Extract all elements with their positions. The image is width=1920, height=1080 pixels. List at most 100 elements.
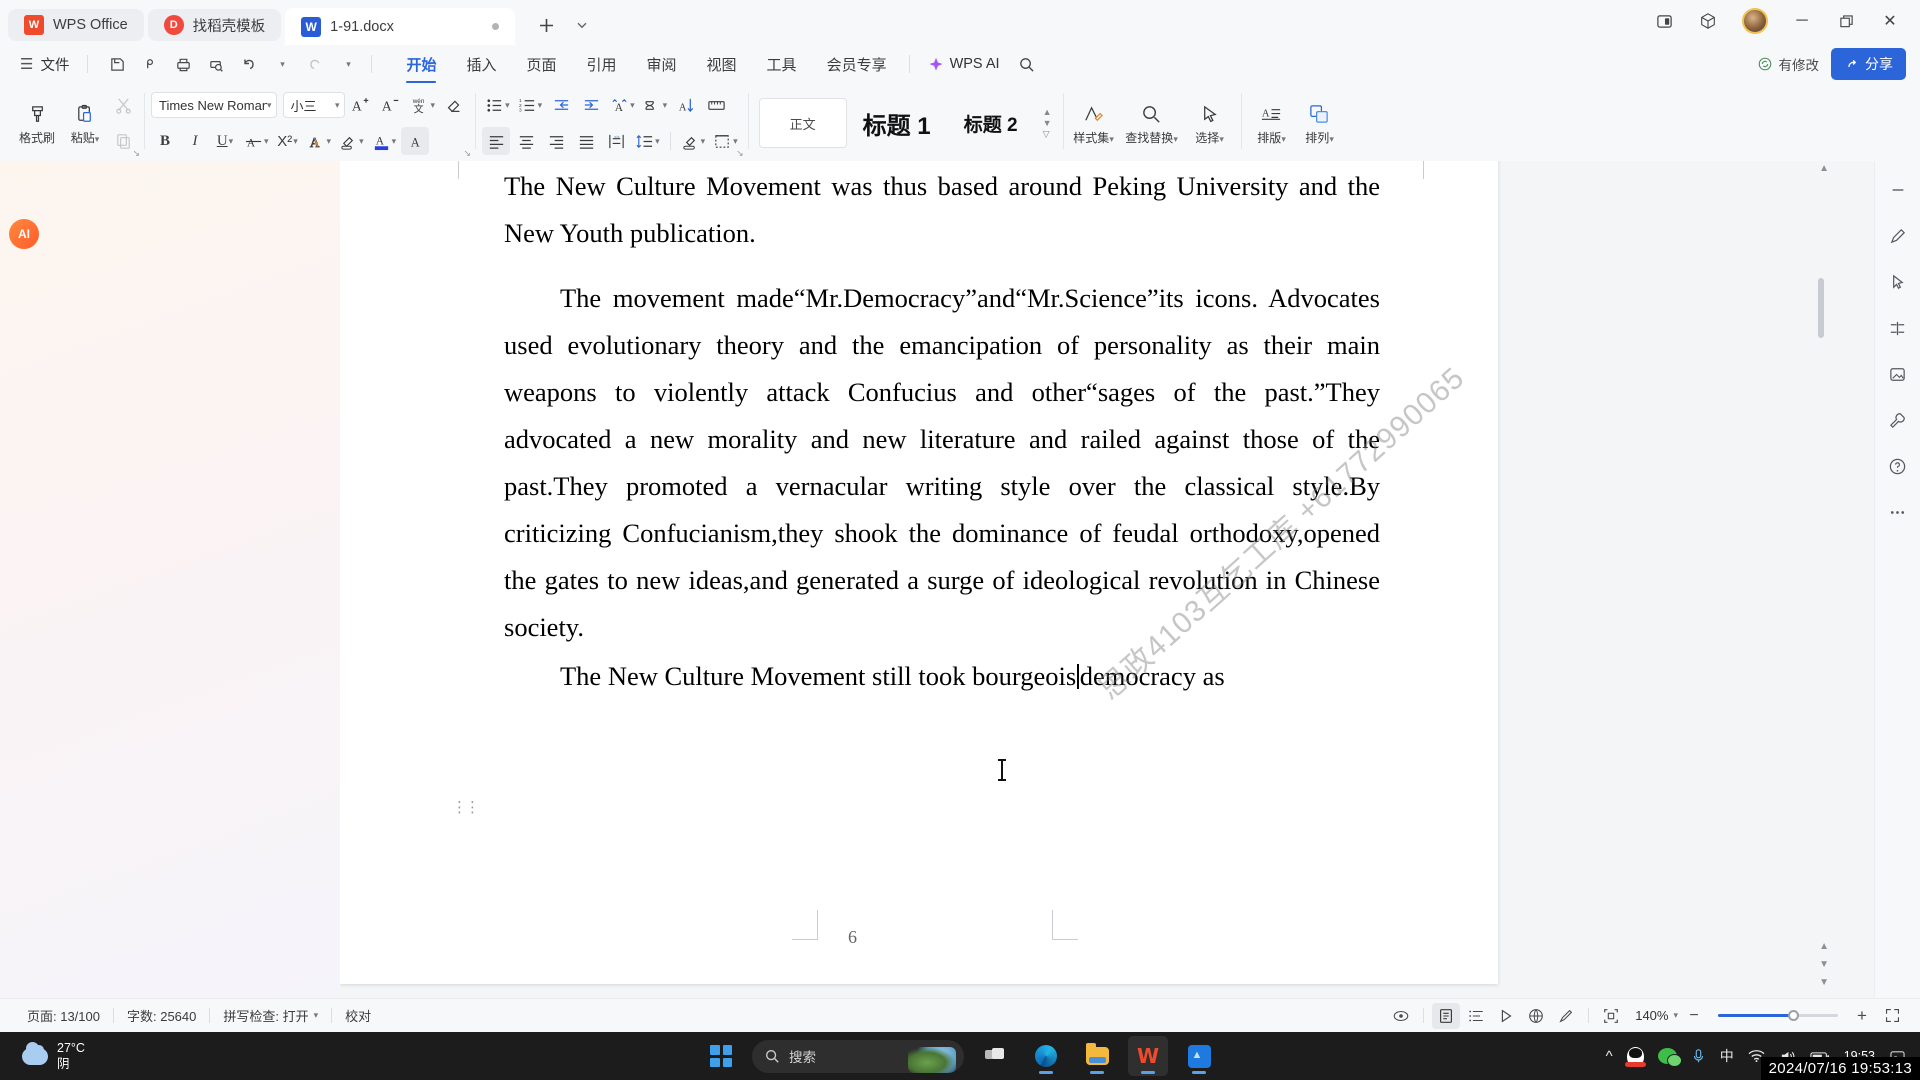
cube-icon[interactable]: [1688, 5, 1728, 37]
vertical-scrollbar[interactable]: [1816, 163, 1827, 938]
zoom-slider-knob[interactable]: [1787, 1010, 1799, 1021]
sidebar-toggle-icon[interactable]: [1644, 5, 1684, 37]
redo-icon[interactable]: [300, 50, 330, 78]
web-layout-icon[interactable]: [1492, 1003, 1520, 1029]
wechat-icon[interactable]: [1657, 1048, 1682, 1067]
ribbon-tab-start[interactable]: 开始: [392, 49, 450, 83]
zoom-out-button[interactable]: −: [1680, 1003, 1708, 1029]
spellcheck-status[interactable]: 拼写检查: 打开 ▾: [210, 1006, 331, 1025]
sort-az-button[interactable]: A: [672, 91, 700, 119]
align-right-button[interactable]: [542, 127, 570, 155]
undo-caret-icon[interactable]: ▾: [267, 50, 297, 78]
paragraph[interactable]: The movement made“Mr.Democracy”and“Mr.Sc…: [504, 275, 1380, 651]
scroll-down-icon[interactable]: ▼: [1819, 977, 1829, 988]
help-icon[interactable]: [1883, 451, 1913, 481]
tab-wps-office[interactable]: W WPS Office: [8, 9, 144, 41]
clipboard-dialog-launcher[interactable]: ↘: [132, 148, 140, 159]
reading-eye-icon[interactable]: [1387, 1003, 1415, 1029]
numbered-list-button[interactable]: 123 ▾: [515, 91, 546, 119]
wps-ai-button[interactable]: WPS AI: [918, 56, 1010, 72]
proofread-button[interactable]: 校对: [332, 1006, 384, 1025]
ribbon-tab-page[interactable]: 页面: [512, 49, 570, 79]
pinyin-guide-button[interactable]: wén 文 ▾: [407, 91, 439, 119]
wps-office-icon[interactable]: W: [1128, 1036, 1168, 1076]
pen-edit-icon[interactable]: [1552, 1003, 1580, 1029]
pen-icon[interactable]: [1883, 221, 1913, 251]
paragraph-drag-handle[interactable]: ⋮⋮: [452, 800, 480, 815]
decrease-font-size-button[interactable]: A: [377, 91, 405, 119]
gallery-scroll-down-icon[interactable]: ▼: [1043, 118, 1052, 128]
increase-indent-button[interactable]: [577, 91, 605, 119]
scrollbar-thumb[interactable]: [1818, 278, 1824, 338]
app-blue-icon[interactable]: [1179, 1036, 1219, 1076]
clear-formatting-button[interactable]: [440, 91, 468, 119]
scroll-up-icon[interactable]: ▲: [1819, 163, 1829, 174]
search-icon[interactable]: [1012, 50, 1042, 78]
ribbon-tab-review[interactable]: 审阅: [633, 49, 691, 79]
align-left-button[interactable]: [482, 127, 511, 155]
weather-widget[interactable]: 27°C 阴: [0, 1040, 85, 1072]
bold-button[interactable]: B: [151, 127, 179, 155]
show-formatting-marks-button[interactable]: [702, 91, 730, 119]
compare-icon[interactable]: [1883, 313, 1913, 343]
page-indicator[interactable]: 页面: 13/100: [14, 1006, 113, 1025]
modified-status[interactable]: 有修改: [1757, 54, 1819, 74]
paragraph[interactable]: The New Culture Movement still took bour…: [504, 653, 1380, 700]
save-icon[interactable]: [102, 50, 132, 78]
customize-caret-icon[interactable]: ▾: [333, 50, 363, 78]
ai-assistant-icon[interactable]: AI: [9, 219, 39, 249]
style-heading-2[interactable]: 标题 2: [947, 98, 1035, 148]
decrease-indent-button[interactable]: [547, 91, 575, 119]
italic-button[interactable]: I: [181, 127, 209, 155]
format-painter-button[interactable]: 格式刷: [13, 85, 61, 161]
chevron-up-icon[interactable]: ^: [1606, 1048, 1613, 1065]
shading-button[interactable]: ▾: [678, 127, 709, 155]
window-close-button[interactable]: ✕: [1870, 5, 1910, 37]
text-direction-button[interactable]: A ▾: [607, 91, 638, 119]
ribbon-tab-reference[interactable]: 引用: [573, 49, 631, 79]
undo-icon[interactable]: [234, 50, 264, 78]
font-size-select[interactable]: 小三 ▾: [282, 92, 345, 118]
print-icon[interactable]: [168, 50, 198, 78]
zoom-level-value[interactable]: 140%: [1627, 1008, 1671, 1023]
select-object-icon[interactable]: [1883, 267, 1913, 297]
style-normal[interactable]: 正文: [758, 98, 847, 148]
start-button[interactable]: [701, 1036, 741, 1076]
character-shading-button[interactable]: A: [401, 127, 430, 155]
align-center-button[interactable]: [512, 127, 540, 155]
file-menu-button[interactable]: ☰ 文件: [10, 54, 79, 75]
find-replace-button[interactable]: 查找替换▾: [1118, 85, 1186, 161]
new-tab-button[interactable]: [533, 12, 559, 38]
superscript-button[interactable]: X² ▾: [274, 127, 302, 155]
increase-font-size-button[interactable]: A: [347, 91, 375, 119]
outline-icon[interactable]: [1462, 1003, 1490, 1029]
word-count[interactable]: 字数: 25640: [114, 1006, 209, 1025]
sort-button[interactable]: ▾: [640, 91, 671, 119]
line-spacing-button[interactable]: ▾: [632, 127, 663, 155]
arrange-button[interactable]: 排列▾: [1296, 85, 1344, 161]
zoom-in-button[interactable]: +: [1848, 1003, 1876, 1029]
tab-docer-template[interactable]: D 找稻壳模板: [147, 9, 282, 41]
underline-button[interactable]: U ▾: [211, 127, 239, 155]
print-layout-icon[interactable]: [1432, 1002, 1461, 1029]
microphone-icon[interactable]: [1691, 1048, 1706, 1064]
window-minimize-button[interactable]: ─: [1782, 5, 1822, 37]
qq-icon[interactable]: [1624, 1046, 1646, 1067]
taskbar-search-box[interactable]: 搜索: [752, 1039, 964, 1073]
justify-button[interactable]: [572, 127, 600, 155]
document-page-1[interactable]: The New Culture Movement was thus based …: [340, 161, 1498, 984]
zoom-slider[interactable]: [1718, 1009, 1838, 1023]
font-family-select[interactable]: Times New Roman ▾: [151, 92, 277, 118]
scroll-next-page-icon[interactable]: ▼: [1819, 959, 1829, 970]
paste-button[interactable]: 粘贴▾: [61, 85, 109, 161]
cut-button[interactable]: [109, 91, 137, 119]
collapse-panel-icon[interactable]: [1883, 175, 1913, 205]
font-color-button[interactable]: A ▾: [369, 127, 400, 155]
more-icon[interactable]: [1883, 497, 1913, 527]
window-maximize-button[interactable]: [1826, 5, 1866, 37]
tab-document-1-91[interactable]: W 1-91.docx: [285, 8, 516, 45]
image-icon[interactable]: [1883, 359, 1913, 389]
ribbon-tab-member[interactable]: 会员专享: [813, 49, 901, 79]
share-button[interactable]: 分享: [1831, 48, 1906, 80]
gallery-scroll-up-icon[interactable]: ▲: [1043, 107, 1052, 117]
